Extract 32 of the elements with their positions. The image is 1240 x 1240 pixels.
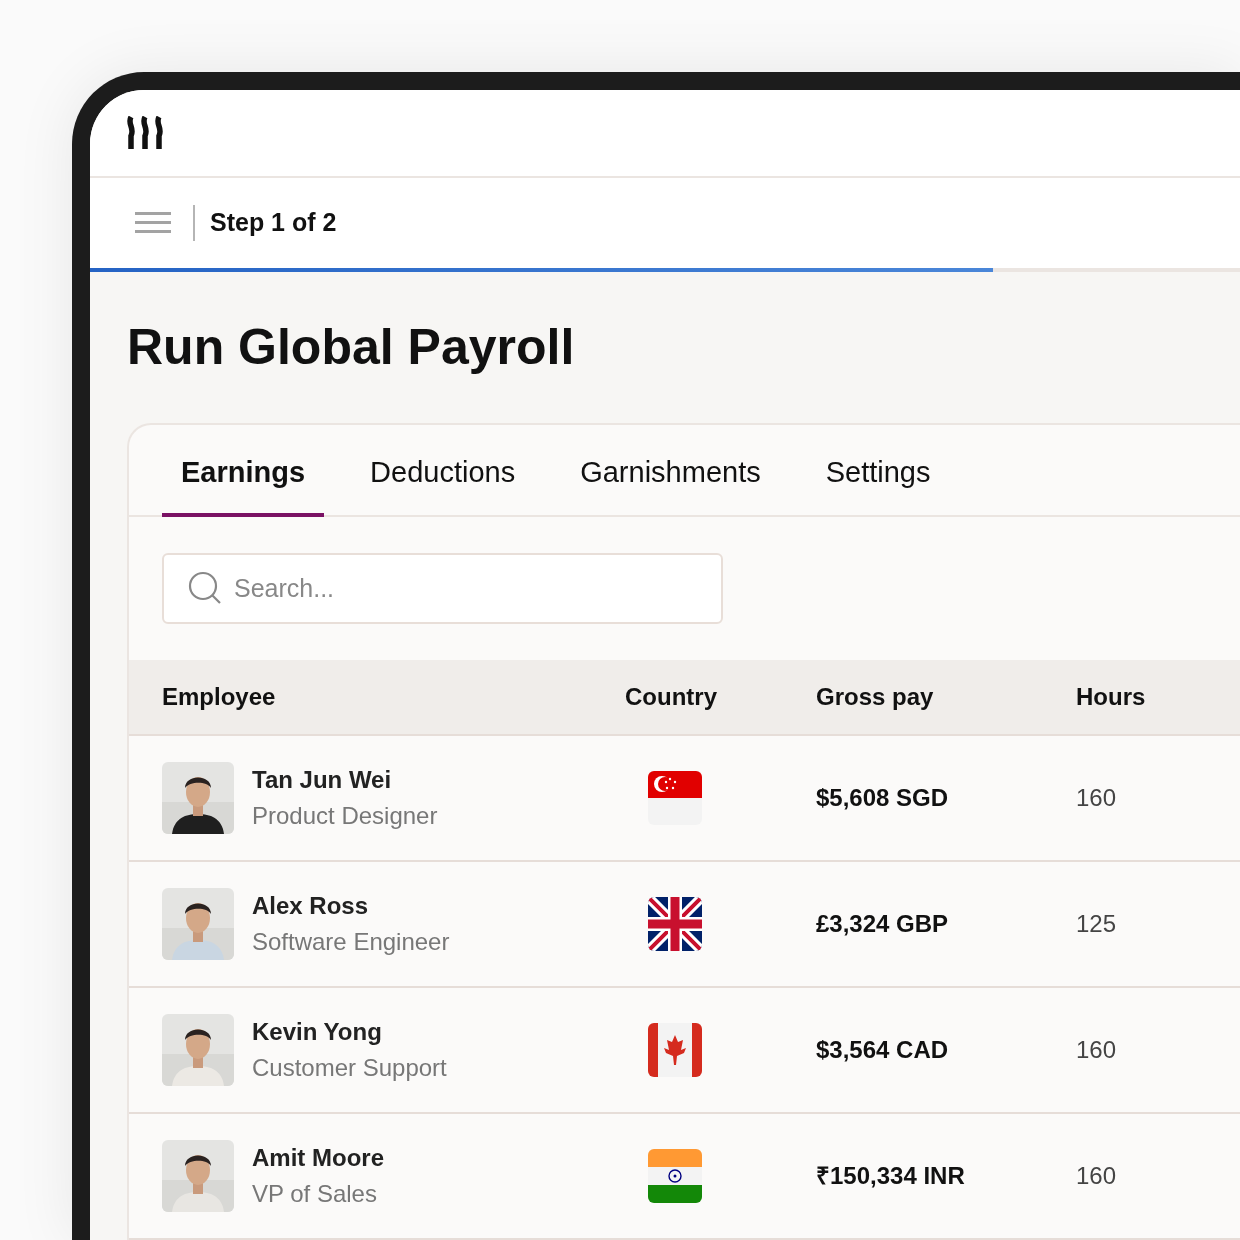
employee-role: Customer Support [252, 1052, 447, 1083]
hours: 125 [1076, 908, 1117, 939]
page-title: Run Global Payroll [126, 318, 576, 376]
flag-icon [648, 770, 702, 825]
search-icon [188, 570, 222, 605]
column-header: Hours [1076, 681, 1146, 712]
gross-pay: $5,608 SGD [816, 782, 949, 813]
employee-role: Software Engineer [252, 926, 450, 957]
flag-icon [648, 896, 702, 951]
hours: 160 [1076, 782, 1117, 813]
column-header: Country [625, 681, 717, 712]
hours: 160 [1076, 1160, 1117, 1191]
column-header: Employee [162, 681, 276, 712]
employee-name: Tan Jun Wei [252, 764, 393, 795]
gross-pay: £3,324 GBP [816, 908, 949, 939]
tab[interactable]: Garnishments [561, 451, 780, 517]
tab[interactable]: Settings [806, 451, 950, 517]
column-header: Gross pay [816, 681, 934, 712]
employee-name: Kevin Yong [252, 1016, 383, 1047]
flag-icon [648, 1022, 702, 1077]
flag-icon [648, 1148, 702, 1203]
employee-name: Amit Moore [252, 1142, 384, 1173]
gross-pay: ₹150,334 INR [816, 1160, 965, 1191]
hours: 160 [1076, 1034, 1117, 1065]
tab[interactable]: Earnings [162, 451, 325, 517]
tab[interactable]: Deductions [351, 451, 535, 517]
step-indicator: Step 1 of 2 [210, 207, 337, 239]
search-field[interactable]: Search... [162, 552, 723, 624]
employee-role: VP of Sales [252, 1178, 378, 1209]
gross-pay: $3,564 CAD [816, 1034, 949, 1065]
employee-role: Product Designer [252, 800, 438, 831]
employee-name: Alex Ross [252, 890, 370, 921]
